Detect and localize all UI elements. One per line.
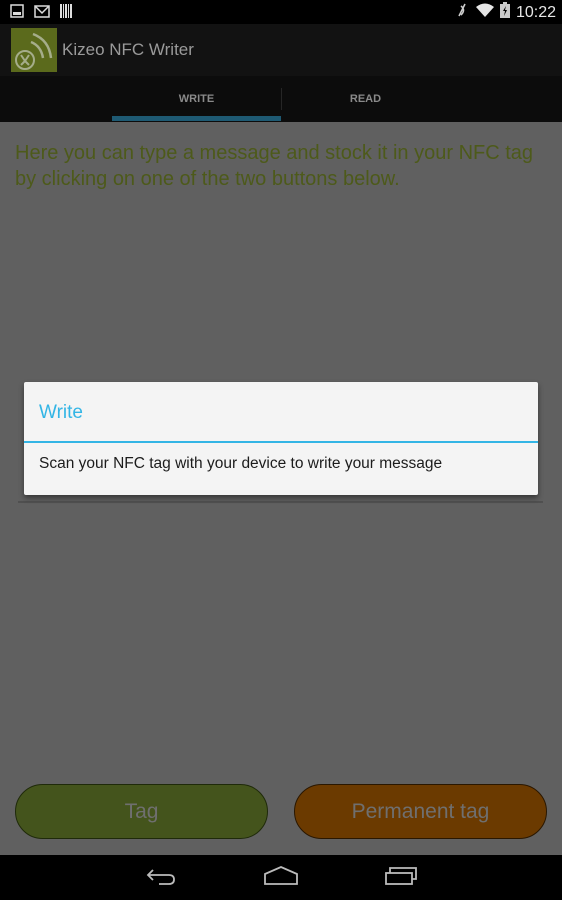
barcode-notification-icon xyxy=(60,4,72,23)
battery-charging-icon xyxy=(499,2,510,23)
intro-text: Here you can type a message and stock it… xyxy=(15,142,534,190)
tab-read[interactable]: READ xyxy=(281,76,450,122)
home-icon xyxy=(263,865,299,891)
gmail-notification-icon xyxy=(34,4,50,23)
wifi-icon xyxy=(475,3,494,22)
navigation-bar xyxy=(0,855,562,900)
permanent-tag-button[interactable]: Permanent tag xyxy=(294,784,547,839)
selected-tab-indicator xyxy=(112,116,281,121)
clock: 10:22 xyxy=(515,3,556,21)
nfc-muted-icon xyxy=(456,2,470,23)
dialog-title: Write xyxy=(39,402,83,423)
dialog-message: Scan your NFC tag with your device to wr… xyxy=(39,455,443,472)
status-bar: 10:22 xyxy=(0,0,562,24)
tag-button[interactable]: Tag xyxy=(15,784,268,839)
tab-bar: WRITE READ xyxy=(0,76,562,122)
write-dialog: Write Scan your NFC tag with your device… xyxy=(24,382,538,495)
action-bar: Kizeo NFC Writer xyxy=(0,24,562,76)
back-icon xyxy=(145,866,177,891)
recent-apps-button[interactable] xyxy=(376,861,426,895)
app-title: Kizeo NFC Writer xyxy=(62,40,194,59)
home-button[interactable] xyxy=(256,861,306,895)
back-button[interactable] xyxy=(136,861,186,895)
dialog-divider xyxy=(24,441,538,443)
recent-apps-icon xyxy=(384,866,418,891)
image-notification-icon xyxy=(10,4,24,23)
app-logo-icon[interactable] xyxy=(11,28,57,72)
